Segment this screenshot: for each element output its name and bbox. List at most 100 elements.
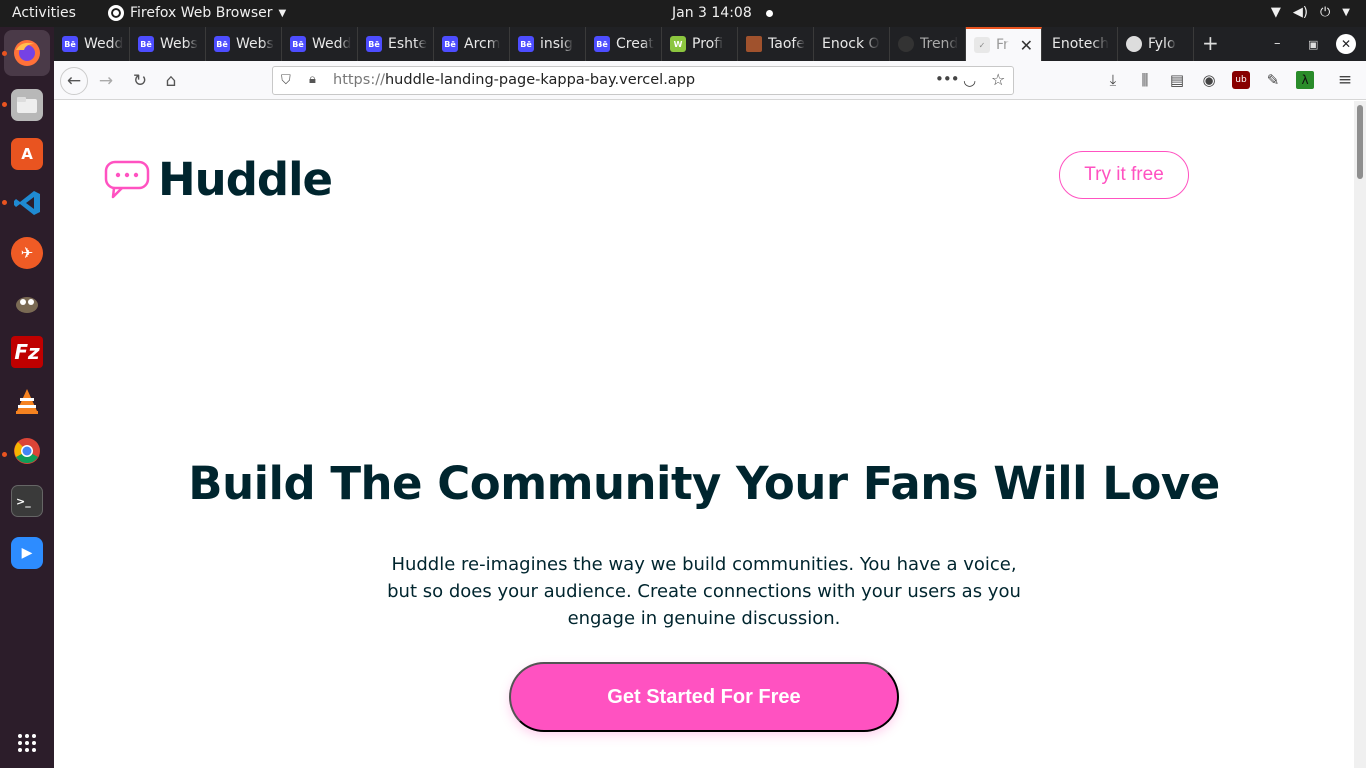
url-bar[interactable]: ⛉ 🔒︎ https://huddle-landing-page-kappa-b… [272,66,1014,95]
page-scrollbar[interactable] [1354,101,1366,768]
try-it-free-button[interactable]: Try it free [1059,151,1189,199]
tab-label: Trend [920,36,959,52]
forward-button[interactable]: → [92,67,120,95]
app-grid-icon[interactable] [11,727,43,759]
tab[interactable]: Bē insig [510,27,586,61]
dock: A ✈ Fz >_ ▶ [0,27,54,768]
library-icon[interactable]: ⫼ [1136,71,1154,89]
avatar-icon [746,36,762,52]
ublock-icon[interactable]: ub [1232,71,1250,89]
behance-icon: Bē [594,36,610,52]
new-tab-icon[interactable]: + [1202,31,1219,55]
page-actions-icon[interactable]: ••• [935,70,960,88]
hero-description: Huddle re-imagines the way we build comm… [387,554,1021,629]
back-button[interactable]: ← [60,67,88,95]
maximize-icon[interactable]: ▣ [1308,38,1318,51]
lock-icon[interactable]: 🔒︎ [309,72,316,87]
downloads-icon[interactable]: ⤓ [1104,71,1122,89]
app-menu[interactable]: Firefox Web Browser ▼ [108,5,286,21]
running-indicator-icon [2,452,7,457]
tab-label: Webs [160,36,198,52]
github-icon [898,36,914,52]
home-button[interactable]: ⌂ [157,67,185,95]
arrow-left-icon: ← [66,71,82,91]
extension-icon[interactable]: λ [1296,71,1314,89]
chevron-down-icon: ▼ [278,7,287,19]
system-tray[interactable]: ▼ ◀) ⏻ ▼ [1271,5,1350,20]
tab[interactable]: Fylo [1118,27,1194,61]
extension-icon[interactable]: ✎ [1264,71,1282,89]
shield-icon[interactable]: ⛉ [281,73,291,88]
firefox-dock-icon[interactable] [4,30,50,76]
clock-label: Jan 3 14:08 [672,5,752,21]
running-indicator-icon [2,200,7,205]
get-started-button[interactable]: Get Started For Free [509,662,899,732]
navigation-toolbar: ← → ↻ ⌂ ⛉ 🔒︎ https://huddle-landing-page… [54,61,1366,100]
menu-icon[interactable]: ≡ [1336,70,1354,90]
tab[interactable]: Bē Eshte [358,27,434,61]
tab-label: Wedd [312,36,352,52]
activities-button[interactable]: Activities [12,5,76,21]
tab[interactable]: Bē Arcm [434,27,510,61]
tab[interactable]: W Profi [662,27,738,61]
hero-title: Build The Community Your Fans Will Love [188,457,1220,510]
behance-icon: Bē [214,36,230,52]
tab-active[interactable]: ✓ Fr ✕ [966,27,1042,61]
behance-icon: Bē [366,36,382,52]
huddle-logo[interactable]: Huddle [104,153,333,206]
pocket-icon[interactable]: ◡ [963,71,976,89]
volume-icon: ◀) [1292,5,1308,20]
tab-label: Enock O [822,36,880,52]
vlc-icon[interactable] [11,385,43,417]
system-top-bar: Activities Firefox Web Browser ▼ Jan 3 1… [0,0,1366,27]
files-icon[interactable] [11,89,43,121]
app-menu-label: Firefox Web Browser [130,5,273,21]
tab-strip: Bē Wedd Bē Webs Bē Webs Bē Wedd Bē Eshte Bē Ar… [54,27,1366,61]
postman-icon[interactable]: ✈ [11,237,43,269]
tab[interactable]: Trend [890,27,966,61]
gimp-icon[interactable] [11,287,43,319]
sidebar-icon[interactable]: ▤ [1168,71,1186,89]
url-host: huddle-landing-page-kappa-bay.vercel.app [384,72,696,88]
filezilla-icon[interactable]: Fz [11,336,43,368]
close-window-icon[interactable]: ✕ [1336,34,1356,54]
tab-label: Fr [996,37,1009,53]
tab[interactable]: Bē Wedd [282,27,358,61]
close-tab-icon[interactable]: ✕ [1020,36,1033,55]
wifi-icon: ▼ [1270,5,1281,20]
tab[interactable]: Bē Webs [130,27,206,61]
vscode-icon[interactable] [11,187,43,219]
clock[interactable]: Jan 3 14:08 [672,5,773,21]
fylo-icon [1126,36,1142,52]
page-favicon-icon: ✓ [974,37,990,53]
reload-button[interactable]: ↻ [126,67,154,95]
behance-icon: Bē [442,36,458,52]
chrome-icon[interactable] [11,435,43,467]
tab-label: Eshte [388,36,428,52]
tab-label: Arcm [464,36,501,52]
tab[interactable]: Bē Wedd [54,27,130,61]
tab[interactable]: Bē Webs [206,27,282,61]
wappalyzer-icon: W [670,36,686,52]
tab[interactable]: Bē Creat [586,27,662,61]
tab[interactable]: Enotech [1042,27,1118,61]
tab-label: Enotech [1052,36,1109,52]
software-center-icon[interactable]: A [11,138,43,170]
minimize-icon[interactable]: – [1274,36,1281,51]
url-text[interactable]: https://huddle-landing-page-kappa-bay.ve… [333,72,695,88]
terminal-icon[interactable]: >_ [11,485,43,517]
url-scheme: https:// [333,72,385,88]
home-icon: ⌂ [165,71,177,91]
tab-label: Fylo [1148,36,1176,52]
tab[interactable]: Enock O [814,27,890,61]
account-icon[interactable]: ◉ [1200,71,1218,89]
scrollbar-thumb[interactable] [1357,105,1363,179]
bookmark-star-icon[interactable]: ☆ [991,70,1005,89]
tab[interactable]: Taofe [738,27,814,61]
arrow-right-icon: → [98,71,114,91]
zoom-icon[interactable]: ▶ [11,537,43,569]
tab-label: Profi [692,36,724,52]
page-viewport: Huddle Try it free Build The Community Y… [54,101,1366,768]
behance-icon: Bē [518,36,534,52]
running-indicator-icon [2,51,7,56]
